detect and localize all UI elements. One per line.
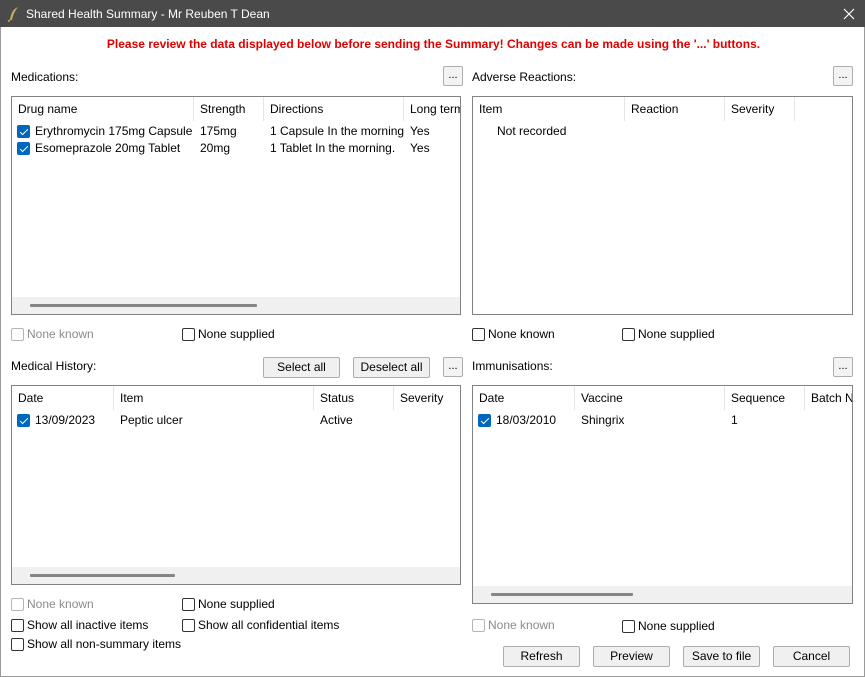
column-header[interactable]: Strength xyxy=(194,97,264,121)
column-header[interactable]: Sequence xyxy=(725,386,805,410)
horizontal-scrollbar[interactable] xyxy=(473,586,852,603)
adverse-reactions-header: Item Reaction Severity xyxy=(473,97,852,121)
medications-none-supplied-checkbox[interactable]: None supplied xyxy=(182,327,275,341)
drug-name: Erythromycin 175mg Capsule xyxy=(35,124,193,138)
column-header[interactable]: Item xyxy=(473,97,625,121)
column-header[interactable]: Batch No xyxy=(805,386,852,410)
column-header[interactable]: Severity xyxy=(394,386,460,410)
long-term: Yes xyxy=(410,141,430,155)
column-header[interactable]: Date xyxy=(473,386,575,410)
history-none-supplied-checkbox[interactable]: None supplied xyxy=(182,597,275,611)
column-header[interactable]: Drug name xyxy=(12,97,194,121)
show-confidential-checkbox[interactable]: Show all confidential items xyxy=(182,618,339,632)
horizontal-scrollbar[interactable] xyxy=(12,297,460,314)
table-row[interactable]: 13/09/2023 Peptic ulcer Active xyxy=(12,412,460,429)
column-header[interactable]: Long term xyxy=(404,97,460,121)
adverse-reactions-label: Adverse Reactions: xyxy=(472,70,577,84)
immunisations-none-supplied-checkbox[interactable]: None supplied xyxy=(622,619,715,633)
column-header[interactable]: Vaccine xyxy=(575,386,725,410)
empty-state-text: Not recorded xyxy=(497,124,567,138)
medications-edit-button[interactable]: ... xyxy=(443,66,463,86)
list-item: Not recorded xyxy=(473,123,852,140)
preview-button[interactable]: Preview xyxy=(593,646,670,667)
strength: 175mg xyxy=(200,124,237,138)
app-feather-icon xyxy=(7,6,21,22)
adverse-reactions-edit-button[interactable]: ... xyxy=(833,66,853,86)
scrollbar-thumb[interactable] xyxy=(30,574,175,577)
close-icon[interactable] xyxy=(833,0,865,27)
horizontal-scrollbar[interactable] xyxy=(12,567,460,584)
immunisations-list[interactable]: Date Vaccine Sequence Batch No 18/03/201… xyxy=(472,385,853,604)
save-to-file-button[interactable]: Save to file xyxy=(683,646,760,667)
strength: 20mg xyxy=(200,141,231,155)
drug-name: Esomeprazole 20mg Tablet xyxy=(35,141,181,155)
long-term: Yes xyxy=(410,124,430,138)
column-header[interactable]: Reaction xyxy=(625,97,725,121)
column-header[interactable]: Item xyxy=(114,386,314,410)
history-date: 13/09/2023 xyxy=(35,413,96,427)
directions: 1 Capsule In the morning... xyxy=(270,124,404,138)
refresh-button[interactable]: Refresh xyxy=(503,646,580,667)
select-all-button[interactable]: Select all xyxy=(263,357,340,378)
medical-history-label: Medical History: xyxy=(11,359,97,373)
show-non-summary-checkbox[interactable]: Show all non-summary items xyxy=(11,637,181,651)
immunisations-edit-button[interactable]: ... xyxy=(833,357,853,377)
medications-list[interactable]: Drug name Strength Directions Long term … xyxy=(11,96,461,315)
immunisations-label: Immunisations: xyxy=(472,359,553,373)
column-header[interactable]: Date xyxy=(12,386,114,410)
history-none-known-checkbox[interactable]: None known xyxy=(11,597,94,611)
vaccine: Shingrix xyxy=(581,413,625,427)
medical-history-edit-button[interactable]: ... xyxy=(443,357,463,377)
directions: 1 Tablet In the morning. xyxy=(270,141,396,155)
medical-history-list[interactable]: Date Item Status Severity 13/09/2023 Pep… xyxy=(11,385,461,585)
medical-history-header: Date Item Status Severity xyxy=(12,386,460,410)
medications-none-known-checkbox[interactable]: None known xyxy=(11,327,94,341)
immunisations-header: Date Vaccine Sequence Batch No xyxy=(473,386,852,410)
window-title: Shared Health Summary - Mr Reuben T Dean xyxy=(26,6,270,21)
table-row[interactable]: Esomeprazole 20mg Tablet 20mg 1 Tablet I… xyxy=(12,140,460,157)
history-item: Peptic ulcer xyxy=(120,413,183,427)
dialog-body: Please review the data displayed below b… xyxy=(0,27,865,677)
show-inactive-checkbox[interactable]: Show all inactive items xyxy=(11,618,148,632)
history-status: Active xyxy=(320,413,353,427)
batch-no xyxy=(805,412,852,429)
medications-header: Drug name Strength Directions Long term xyxy=(12,97,460,121)
title-bar: Shared Health Summary - Mr Reuben T Dean xyxy=(0,0,865,27)
scrollbar-thumb[interactable] xyxy=(491,593,633,596)
column-header[interactable]: Severity xyxy=(725,97,795,121)
history-severity xyxy=(394,412,460,429)
immunisation-date: 18/03/2010 xyxy=(496,413,557,427)
adverse-none-supplied-checkbox[interactable]: None supplied xyxy=(622,327,715,341)
adverse-reactions-list[interactable]: Item Reaction Severity Not recorded xyxy=(472,96,853,315)
table-row[interactable]: Erythromycin 175mg Capsule 175mg 1 Capsu… xyxy=(12,123,460,140)
medications-label: Medications: xyxy=(11,70,79,84)
immunisations-none-known-checkbox[interactable]: None known xyxy=(472,618,555,632)
column-header[interactable]: Status xyxy=(314,386,394,410)
review-notice: Please review the data displayed below b… xyxy=(106,37,761,51)
column-header[interactable]: Directions xyxy=(264,97,404,121)
sequence: 1 xyxy=(731,413,738,427)
deselect-all-button[interactable]: Deselect all xyxy=(353,357,430,378)
table-row[interactable]: 18/03/2010 Shingrix 1 xyxy=(473,412,852,429)
cancel-button[interactable]: Cancel xyxy=(773,646,850,667)
scrollbar-thumb[interactable] xyxy=(30,304,257,307)
adverse-none-known-checkbox[interactable]: None known xyxy=(472,327,555,341)
